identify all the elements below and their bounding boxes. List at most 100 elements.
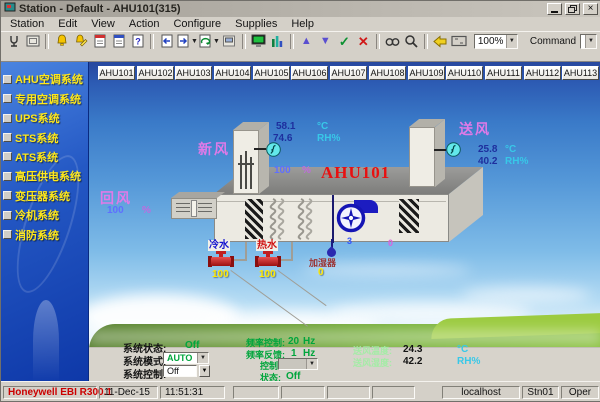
freq-control-unit: Hz [303, 336, 315, 347]
lower-icon[interactable]: ▼ [316, 33, 335, 50]
return-air-damper[interactable]: 100 [107, 205, 124, 216]
hot-water-value[interactable]: 100 [259, 269, 276, 280]
alarm-ack-icon[interactable] [71, 33, 90, 50]
page-forward-caret[interactable]: ▼ [191, 38, 198, 45]
supply-temp-unit: °C [457, 344, 468, 355]
restore-button[interactable] [565, 3, 580, 15]
close-button[interactable]: × [583, 3, 598, 15]
associated-display-icon[interactable] [220, 33, 239, 50]
sidebar-item-sts[interactable]: STS系统 [3, 130, 88, 146]
hot-water-valve-icon[interactable] [255, 251, 281, 269]
tab-ahu106[interactable]: AHU106 [291, 66, 328, 80]
fresh-air-temp[interactable]: 58.1 [276, 121, 295, 132]
sys-control-caret[interactable]: ▼ [199, 365, 210, 377]
sidebar-item-ahu[interactable]: AHU空调系统 [3, 71, 88, 87]
tab-ahu101[interactable]: AHU101 [98, 66, 135, 80]
sys-control-select[interactable]: Off [163, 365, 197, 377]
control-select[interactable]: ▼ [278, 358, 318, 370]
tab-ahu102[interactable]: AHU102 [137, 66, 174, 80]
tab-ahu104[interactable]: AHU104 [214, 66, 251, 80]
fresh-air-rh[interactable]: 74.6 [273, 133, 292, 144]
monitor-icon[interactable] [249, 33, 268, 50]
tab-ahu103[interactable]: AHU103 [175, 66, 212, 80]
menu-configure[interactable]: Configure [166, 18, 228, 30]
page-forward-icon[interactable]: ▼ [176, 33, 198, 50]
tab-ahu109[interactable]: AHU109 [408, 66, 445, 80]
tab-ahu112[interactable]: AHU112 [524, 66, 561, 80]
viewport-icon[interactable] [450, 33, 469, 50]
alarm-bell-icon[interactable] [52, 33, 71, 50]
mix-damper-unit: % [302, 165, 311, 176]
supply-air-temp-unit: °C [505, 144, 516, 155]
freq-control-value[interactable]: 20 [288, 336, 299, 347]
event-summary-icon[interactable] [109, 33, 128, 50]
bullet-icon [3, 94, 12, 103]
menu-view[interactable]: View [84, 18, 122, 30]
tab-ahu105[interactable]: AHU105 [253, 66, 290, 80]
status-time: 11:51:31 [160, 386, 225, 399]
display-frame-icon[interactable] [23, 33, 42, 50]
station-connect-icon[interactable] [4, 33, 23, 50]
tab-ahu110[interactable]: AHU110 [446, 66, 483, 80]
humidifier-value[interactable]: 0 [318, 267, 324, 278]
chilled-water-valve-icon[interactable] [208, 251, 234, 269]
sys-mode-caret-icon[interactable]: ▼ [197, 353, 208, 363]
supply-air-rh[interactable]: 40.2 [478, 156, 497, 167]
menu-supplies[interactable]: Supplies [228, 18, 284, 30]
supply-air-sensor-icon[interactable] [446, 142, 461, 162]
command-label: Command [530, 36, 576, 47]
misc-point-a: 3 [347, 236, 352, 246]
menu-bar: Station Edit View Action Configure Suppl… [1, 17, 600, 31]
page-recall-caret[interactable]: ▼ [213, 38, 220, 45]
fresh-air-sensor-icon[interactable] [266, 142, 281, 162]
command-input[interactable]: ▼ [580, 34, 597, 49]
minimize-button[interactable] [547, 3, 562, 15]
cloud [461, 287, 591, 303]
message-summary-icon[interactable]: ? [128, 33, 147, 50]
tab-ahu113[interactable]: AHU113 [562, 66, 599, 80]
confirm-icon[interactable]: ✓ [335, 33, 354, 50]
chilled-water-pipe [245, 242, 247, 260]
menu-help[interactable]: Help [284, 18, 321, 30]
supply-rh-value[interactable]: 42.2 [403, 356, 422, 367]
page-back-icon[interactable] [157, 33, 176, 50]
pan-icon[interactable] [431, 33, 450, 50]
supply-temp-value[interactable]: 24.3 [403, 344, 422, 355]
sys-mode-select[interactable]: AUTO ▼ [163, 352, 209, 364]
chilled-water-value[interactable]: 100 [212, 269, 229, 280]
trend-bars-icon[interactable] [268, 33, 287, 50]
supply-air-temp[interactable]: 25.8 [478, 144, 497, 155]
raise-icon[interactable]: ▲ [297, 33, 316, 50]
filter-section [245, 199, 263, 239]
control-caret-icon[interactable]: ▼ [306, 359, 317, 369]
sidebar-item-ups[interactable]: UPS系统 [3, 110, 88, 126]
cancel-icon[interactable]: ✕ [354, 33, 373, 50]
window-title: Station - Default - AHU101(315) [19, 3, 544, 15]
command-caret-icon[interactable]: ▼ [585, 35, 596, 48]
supply-air-duct [409, 127, 435, 187]
alarm-summary-icon[interactable] [90, 33, 109, 50]
sidebar-item-precision-ac[interactable]: 专用空调系统 [3, 91, 88, 107]
sensor-lead [434, 149, 446, 151]
menu-action[interactable]: Action [122, 18, 167, 30]
title-bar: Station - Default - AHU101(315) × [1, 1, 600, 17]
filter-section [399, 199, 419, 233]
zoom-select[interactable]: 100% ▼ [474, 34, 518, 49]
supply-air-label: 送风 [459, 119, 491, 139]
page-recall-icon[interactable]: ▼ [198, 33, 220, 50]
tab-ahu111[interactable]: AHU111 [485, 66, 522, 80]
graphic-view: AHU101 AHU102 AHU103 AHU104 AHU105 AHU10… [89, 62, 600, 382]
fan-icon[interactable] [336, 203, 366, 238]
humidifier-pipe [332, 195, 334, 243]
status-date: 11-Dec-15 [99, 386, 158, 399]
menu-station[interactable]: Station [3, 18, 51, 30]
sys-status-value[interactable]: Off [185, 340, 199, 351]
mix-damper-value[interactable]: 100 [274, 165, 291, 176]
tab-ahu107[interactable]: AHU107 [330, 66, 367, 80]
zoom-magnifier-icon[interactable] [402, 33, 421, 50]
bullet-icon [3, 172, 12, 181]
zoom-caret-icon[interactable]: ▼ [506, 35, 517, 48]
tab-ahu108[interactable]: AHU108 [369, 66, 406, 80]
find-icon[interactable] [383, 33, 402, 50]
menu-edit[interactable]: Edit [51, 18, 84, 30]
